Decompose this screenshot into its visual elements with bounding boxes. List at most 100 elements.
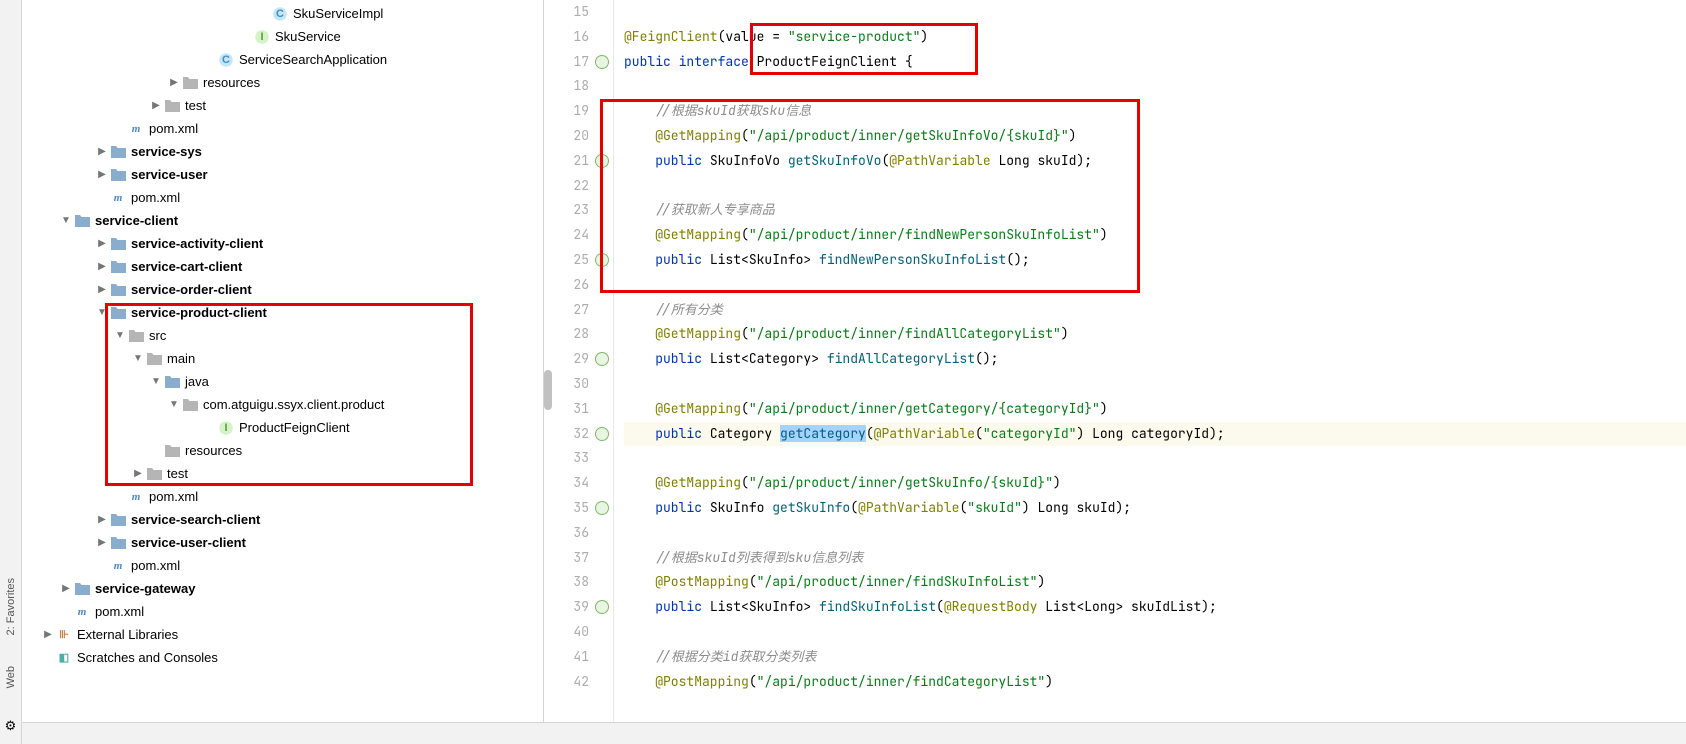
tree-item[interactable]: ▶service-activity-client [22, 232, 543, 255]
code-line[interactable]: //根据skuId列表得到sku信息列表 [624, 546, 1686, 571]
web-tab[interactable]: Web [5, 666, 17, 688]
tree-item[interactable]: mpom.xml [22, 554, 543, 577]
expand-arrow-icon[interactable]: ▶ [96, 169, 108, 180]
tree-item[interactable]: mpom.xml [22, 600, 543, 623]
tree-item[interactable]: ▶⊪External Libraries [22, 623, 543, 646]
expand-arrow-icon[interactable]: ▼ [114, 330, 126, 341]
override-marker-icon[interactable] [595, 600, 609, 614]
tree-item[interactable]: ▼java [22, 370, 543, 393]
code-line[interactable]: @GetMapping("/api/product/inner/getCateg… [624, 397, 1686, 422]
class-c-icon: C [272, 6, 288, 22]
tree-item-label: service-order-client [131, 282, 252, 297]
tree-item[interactable]: mpom.xml [22, 117, 543, 140]
expand-arrow-icon[interactable]: ▶ [96, 238, 108, 249]
code-line[interactable] [624, 521, 1686, 546]
code-line[interactable]: @GetMapping("/api/product/inner/getSkuIn… [624, 471, 1686, 496]
expand-arrow-icon[interactable]: ▼ [168, 399, 180, 410]
folder-module-icon [110, 259, 126, 275]
tree-item[interactable]: ▶service-gateway [22, 577, 543, 600]
override-marker-icon[interactable] [595, 352, 609, 366]
tree-item[interactable]: ▶service-cart-client [22, 255, 543, 278]
line-number: 19 [544, 99, 613, 124]
code-line[interactable] [624, 273, 1686, 298]
expand-arrow-icon[interactable]: ▼ [96, 307, 108, 318]
expand-arrow-icon[interactable]: ▶ [96, 146, 108, 157]
line-number: 40 [544, 620, 613, 645]
tree-item-label: SkuService [275, 29, 341, 44]
code-line[interactable]: //根据分类id获取分类列表 [624, 645, 1686, 670]
expand-arrow-icon[interactable]: ▶ [96, 284, 108, 295]
code-line[interactable]: public SkuInfo getSkuInfo(@PathVariable(… [624, 496, 1686, 521]
tree-item-label: Scratches and Consoles [77, 650, 218, 665]
expand-arrow-icon[interactable]: ▼ [60, 215, 72, 226]
code-line[interactable] [624, 620, 1686, 645]
code-line[interactable]: public interface ProductFeignClient { [624, 50, 1686, 75]
code-line[interactable] [624, 372, 1686, 397]
tree-item[interactable]: ISkuService [22, 25, 543, 48]
expand-arrow-icon[interactable]: ▶ [168, 77, 180, 88]
tree-item[interactable]: ▼src [22, 324, 543, 347]
code-line[interactable]: @GetMapping("/api/product/inner/findNewP… [624, 223, 1686, 248]
tree-item-label: service-product-client [131, 305, 267, 320]
tree-item[interactable]: ▶service-search-client [22, 508, 543, 531]
tree-item[interactable]: ▶test [22, 462, 543, 485]
code-line[interactable] [624, 174, 1686, 199]
line-number: 38 [544, 570, 613, 595]
override-marker-icon[interactable] [595, 55, 609, 69]
code-line[interactable] [624, 446, 1686, 471]
tree-item[interactable]: ▶service-sys [22, 140, 543, 163]
tree-item[interactable]: ▶service-user [22, 163, 543, 186]
tree-item[interactable]: CServiceSearchApplication [22, 48, 543, 71]
tree-item[interactable]: ▶resources [22, 71, 543, 94]
code-line[interactable]: public List<Category> findAllCategoryLis… [624, 347, 1686, 372]
code-line[interactable]: @PostMapping("/api/product/inner/findSku… [624, 570, 1686, 595]
scrollbar-thumb[interactable] [544, 370, 552, 410]
code-line[interactable]: public SkuInfoVo getSkuInfoVo(@PathVaria… [624, 149, 1686, 174]
tree-item[interactable]: IProductFeignClient [22, 416, 543, 439]
expand-arrow-icon[interactable]: ▶ [96, 537, 108, 548]
expand-arrow-icon[interactable]: ▶ [150, 100, 162, 111]
tree-item[interactable]: mpom.xml [22, 485, 543, 508]
tree-item-label: SkuServiceImpl [293, 6, 383, 21]
settings-icon[interactable]: ⚙ [5, 718, 17, 734]
tree-item[interactable]: C SkuServiceImpl [22, 2, 543, 25]
tree-item[interactable]: ▼service-client [22, 209, 543, 232]
favorites-tab[interactable]: 2: Favorites [5, 578, 17, 635]
expand-arrow-icon[interactable]: ▼ [150, 376, 162, 387]
expand-arrow-icon[interactable]: ▼ [132, 353, 144, 364]
code-line[interactable]: @GetMapping("/api/product/inner/findAllC… [624, 322, 1686, 347]
code-line[interactable]: //所有分类 [624, 298, 1686, 323]
code-line[interactable]: @PostMapping("/api/product/inner/findCat… [624, 670, 1686, 695]
code-editor[interactable]: 1516171819202122232425262728293031323334… [544, 0, 1686, 744]
line-number: 30 [544, 372, 613, 397]
tree-item[interactable]: ▼ service-product-client [22, 301, 543, 324]
expand-arrow-icon[interactable]: ▶ [96, 514, 108, 525]
tree-item[interactable]: resources [22, 439, 543, 462]
expand-arrow-icon[interactable]: ▶ [60, 583, 72, 594]
tree-item[interactable]: mpom.xml [22, 186, 543, 209]
expand-arrow-icon[interactable]: ▶ [42, 629, 54, 640]
tree-item[interactable]: ◧Scratches and Consoles [22, 646, 543, 669]
project-tree-panel[interactable]: C SkuServiceImpl ISkuServiceCServiceSearch… [22, 0, 544, 744]
code-content[interactable]: @FeignClient(value = "service-product")p… [614, 0, 1686, 744]
code-line[interactable] [624, 74, 1686, 99]
code-line[interactable]: //根据skuId获取sku信息 [624, 99, 1686, 124]
code-line[interactable]: @GetMapping("/api/product/inner/getSkuIn… [624, 124, 1686, 149]
override-marker-icon[interactable] [595, 501, 609, 515]
code-line[interactable]: public List<SkuInfo> findSkuInfoList(@Re… [624, 595, 1686, 620]
code-line[interactable]: public List<SkuInfo> findNewPersonSkuInf… [624, 248, 1686, 273]
code-line[interactable]: //获取新人专享商品 [624, 198, 1686, 223]
code-line[interactable]: @FeignClient(value = "service-product") [624, 25, 1686, 50]
expand-arrow-icon[interactable]: ▶ [96, 261, 108, 272]
override-marker-icon[interactable] [595, 427, 609, 441]
code-line[interactable] [624, 0, 1686, 25]
tree-item[interactable]: ▶service-user-client [22, 531, 543, 554]
tree-item[interactable]: ▶test [22, 94, 543, 117]
tree-item[interactable]: ▼main [22, 347, 543, 370]
code-line[interactable]: public Category getCategory(@PathVariabl… [624, 422, 1686, 447]
override-marker-icon[interactable] [595, 154, 609, 168]
tree-item[interactable]: ▶ service-order-client [22, 278, 543, 301]
override-marker-icon[interactable] [595, 253, 609, 267]
expand-arrow-icon[interactable]: ▶ [132, 468, 144, 479]
tree-item[interactable]: ▼com.atguigu.ssyx.client.product [22, 393, 543, 416]
